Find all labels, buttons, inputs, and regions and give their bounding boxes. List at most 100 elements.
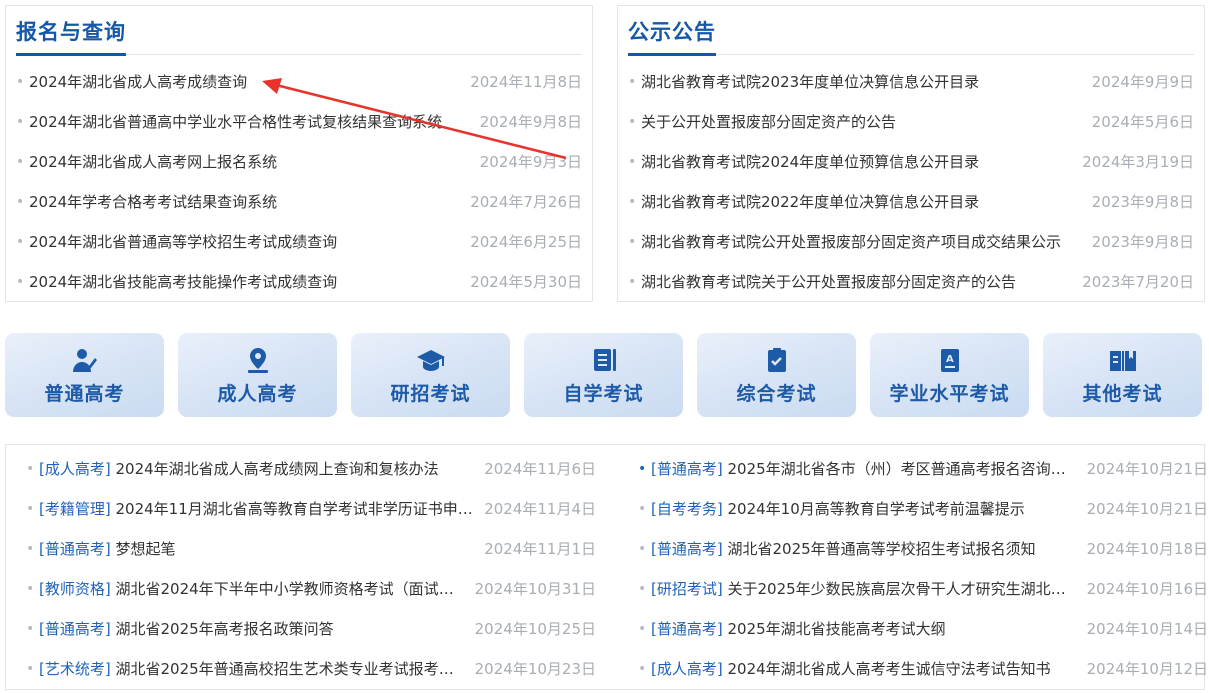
category-tag[interactable]: [自考考务] (651, 500, 723, 518)
item-title[interactable]: [普通高考] 2025年湖北省技能高考考试大纲 (651, 609, 1081, 649)
list-item[interactable]: • [考籍管理] 2024年11月湖北省高等教育自学考试非学历证书申请办理 2024… (26, 489, 596, 529)
item-date: 2023年7月20日 (1082, 273, 1194, 291)
news-title[interactable]: 2024年湖北省成人高考考生诚信守法考试告知书 (728, 660, 1051, 678)
category-tag[interactable]: [普通高考] (651, 540, 723, 558)
item-title[interactable]: [普通高考] 2025年湖北省各市（州）考区普通高考报名咨询电话 (651, 449, 1081, 489)
item-title[interactable]: 2024年学考合格考考试结果查询系统 (29, 182, 464, 222)
item-title[interactable]: 2024年湖北省普通高等学校招生考试成绩查询 (29, 222, 464, 262)
bullet-icon: • (26, 461, 35, 477)
item-title[interactable]: 湖北省教育考试院关于公开处置报废部分固定资产的公告 (641, 262, 1076, 302)
category-zixue-button[interactable]: 自学考试 (524, 333, 683, 417)
category-xueye-button[interactable]: A 学业水平考试 (870, 333, 1029, 417)
announcements-title[interactable]: 公示公告 (628, 16, 716, 46)
item-title[interactable]: [普通高考] 湖北省2025年高考报名政策问答 (39, 609, 469, 649)
news-title[interactable]: 2025年湖北省技能高考考试大纲 (728, 620, 946, 638)
item-title[interactable]: 2024年湖北省普通高中学业水平合格性考试复核结果查询系统 (29, 102, 474, 142)
news-title[interactable]: 湖北省2025年普通高校招生艺术类专业考试报考须知 (116, 660, 469, 678)
list-item[interactable]: • [普通高考] 湖北省2025年高考报名政策问答 2024年10月25日 (26, 609, 596, 649)
category-tag[interactable]: [成人高考] (39, 460, 111, 478)
list-item[interactable]: • 湖北省教育考试院2023年度单位决算信息公开目录 2024年9月9日 (628, 62, 1194, 102)
item-title[interactable]: 湖北省教育考试院2024年度单位预算信息公开目录 (641, 142, 1076, 182)
bullet-icon: • (628, 114, 637, 130)
list-item[interactable]: • 2024年湖北省普通高等学校招生考试成绩查询 2024年6月25日 (16, 222, 582, 262)
category-tag[interactable]: [艺术统考] (39, 660, 111, 678)
item-title[interactable]: [成人高考] 2024年湖北省成人高考成绩网上查询和复核办法 (39, 449, 478, 489)
registration-title[interactable]: 报名与查询 (16, 16, 126, 46)
list-item[interactable]: • 2024年湖北省技能高考技能操作考试成绩查询 2024年5月30日 (16, 262, 582, 302)
news-title[interactable]: 2025年湖北省各市（州）考区普通高考报名咨询电话 (728, 460, 1081, 478)
announcements-panel: 公示公告 • 湖北省教育考试院2023年度单位决算信息公开目录 2024年9月9日 … (617, 5, 1205, 302)
bullet-icon: • (628, 274, 637, 290)
category-tag[interactable]: [普通高考] (651, 460, 723, 478)
category-label: 研招考试 (390, 382, 471, 405)
item-title[interactable]: 湖北省教育考试院公开处置报废部分固定资产项目成交结果公示 (641, 222, 1086, 262)
item-title[interactable]: [普通高考] 湖北省2025年普通高等学校招生考试报名须知 (651, 529, 1081, 569)
category-label: 其他考试 (1082, 382, 1163, 405)
item-title[interactable]: [艺术统考] 湖北省2025年普通高校招生艺术类专业考试报考须知 (39, 649, 469, 689)
list-item[interactable]: • 2024年湖北省普通高中学业水平合格性考试复核结果查询系统 2024年9月8日 (16, 102, 582, 142)
item-title[interactable]: [考籍管理] 2024年11月湖北省高等教育自学考试非学历证书申请办理 (39, 489, 478, 529)
news-title[interactable]: 梦想起笔 (116, 540, 176, 558)
news-title[interactable]: 关于2025年少数民族高层次骨干人才研究生湖北考生报名 (728, 580, 1081, 598)
item-title[interactable]: 湖北省教育考试院2022年度单位决算信息公开目录 (641, 182, 1086, 222)
category-label: 普通高考 (44, 382, 125, 405)
item-title[interactable]: [成人高考] 2024年湖北省成人高考考生诚信守法考试告知书 (651, 649, 1081, 689)
item-date: 2024年10月16日 (1086, 580, 1208, 598)
item-date: 2024年11月4日 (484, 500, 596, 518)
news-title[interactable]: 湖北省2025年普通高等学校招生考试报名须知 (728, 540, 1036, 558)
news-title[interactable]: 2024年10月高等教育自学考试考前温馨提示 (728, 500, 1025, 518)
category-chengren-gaokao-button[interactable]: 成人高考 (178, 333, 337, 417)
item-title[interactable]: 2024年湖北省成人高考网上报名系统 (29, 142, 474, 182)
news-panel: • [成人高考] 2024年湖北省成人高考成绩网上查询和复核办法 2024年11月6… (5, 444, 1208, 690)
news-title[interactable]: 湖北省2025年高考报名政策问答 (116, 620, 334, 638)
list-item[interactable]: • 2024年湖北省成人高考网上报名系统 2024年9月3日 (16, 142, 582, 182)
list-item[interactable]: • 2024年湖北省成人高考成绩查询 2024年11月8日 (16, 62, 582, 102)
document-grade-icon: A (935, 345, 965, 375)
news-title[interactable]: 2024年11月湖北省高等教育自学考试非学历证书申请办理 (116, 500, 479, 518)
category-tag[interactable]: [普通高考] (39, 540, 111, 558)
category-tag[interactable]: [教师资格] (39, 580, 111, 598)
category-putong-gaokao-button[interactable]: 普通高考 (5, 333, 164, 417)
category-tag[interactable]: [普通高考] (39, 620, 111, 638)
item-title[interactable]: [自考考务] 2024年10月高等教育自学考试考前温馨提示 (651, 489, 1081, 529)
item-title[interactable]: [研招考试] 关于2025年少数民族高层次骨干人才研究生湖北考生报名 (651, 569, 1081, 609)
bullet-icon: • (16, 74, 25, 90)
list-item[interactable]: • [研招考试] 关于2025年少数民族高层次骨干人才研究生湖北考生报名 2024年… (638, 569, 1208, 609)
category-zonghe-button[interactable]: 综合考试 (697, 333, 856, 417)
item-date: 2024年6月25日 (470, 233, 582, 251)
news-title[interactable]: 2024年湖北省成人高考成绩网上查询和复核办法 (116, 460, 439, 478)
category-tag[interactable]: [考籍管理] (39, 500, 111, 518)
list-item[interactable]: • [艺术统考] 湖北省2025年普通高校招生艺术类专业考试报考须知 2024年10… (26, 649, 596, 689)
item-title[interactable]: 2024年湖北省技能高考技能操作考试成绩查询 (29, 262, 464, 302)
item-title[interactable]: 关于公开处置报废部分固定资产的公告 (641, 102, 1086, 142)
item-title[interactable]: [教师资格] 湖北省2024年下半年中小学教师资格考试（面试）报名公告 (39, 569, 469, 609)
category-qita-button[interactable]: 其他考试 (1043, 333, 1202, 417)
list-item[interactable]: • 湖北省教育考试院关于公开处置报废部分固定资产的公告 2023年7月20日 (628, 262, 1194, 302)
list-item[interactable]: • 2024年学考合格考考试结果查询系统 2024年7月26日 (16, 182, 582, 222)
registration-header: 报名与查询 (16, 6, 582, 56)
item-date: 2024年5月6日 (1091, 113, 1194, 131)
bullet-icon: • (26, 501, 35, 517)
list-item[interactable]: • [普通高考] 2025年湖北省各市（州）考区普通高考报名咨询电话 2024年10… (638, 449, 1208, 489)
item-title[interactable]: 2024年湖北省成人高考成绩查询 (29, 62, 464, 102)
list-item[interactable]: • [普通高考] 2025年湖北省技能高考考试大纲 2024年10月14日 (638, 609, 1208, 649)
bullet-icon: • (16, 154, 25, 170)
category-yanzhao-button[interactable]: 研招考试 (351, 333, 510, 417)
item-title[interactable]: [普通高考] 梦想起笔 (39, 529, 478, 569)
list-item[interactable]: • [普通高考] 湖北省2025年普通高等学校招生考试报名须知 2024年10月18… (638, 529, 1208, 569)
list-item[interactable]: • [自考考务] 2024年10月高等教育自学考试考前温馨提示 2024年10月21… (638, 489, 1208, 529)
category-tag[interactable]: [普通高考] (651, 620, 723, 638)
category-tag[interactable]: [成人高考] (651, 660, 723, 678)
list-item[interactable]: •[教师资格] 湖北省2024年下半年中小学教师资格考试（面试）报名公告 2024… (26, 569, 596, 609)
category-tag[interactable]: [研招考试] (651, 580, 723, 598)
list-item[interactable]: • [成人高考] 2024年湖北省成人高考考生诚信守法考试告知书 2024年10月1… (638, 649, 1208, 689)
bullet-icon: • (638, 541, 647, 557)
list-item[interactable]: • 湖北省教育考试院公开处置报废部分固定资产项目成交结果公示 2023年9月8日 (628, 222, 1194, 262)
news-title[interactable]: 湖北省2024年下半年中小学教师资格考试（面试）报名公告 (116, 580, 469, 598)
list-item[interactable]: • [成人高考] 2024年湖北省成人高考成绩网上查询和复核办法 2024年11月6… (26, 449, 596, 489)
list-item[interactable]: • 湖北省教育考试院2024年度单位预算信息公开目录 2024年3月19日 (628, 142, 1194, 182)
item-title[interactable]: 湖北省教育考试院2023年度单位决算信息公开目录 (641, 62, 1086, 102)
list-item[interactable]: • 湖北省教育考试院2022年度单位决算信息公开目录 2023年9月8日 (628, 182, 1194, 222)
list-item[interactable]: • 关于公开处置报废部分固定资产的公告 2024年5月6日 (628, 102, 1194, 142)
list-item[interactable]: • [普通高考] 梦想起笔 2024年11月1日 (26, 529, 596, 569)
